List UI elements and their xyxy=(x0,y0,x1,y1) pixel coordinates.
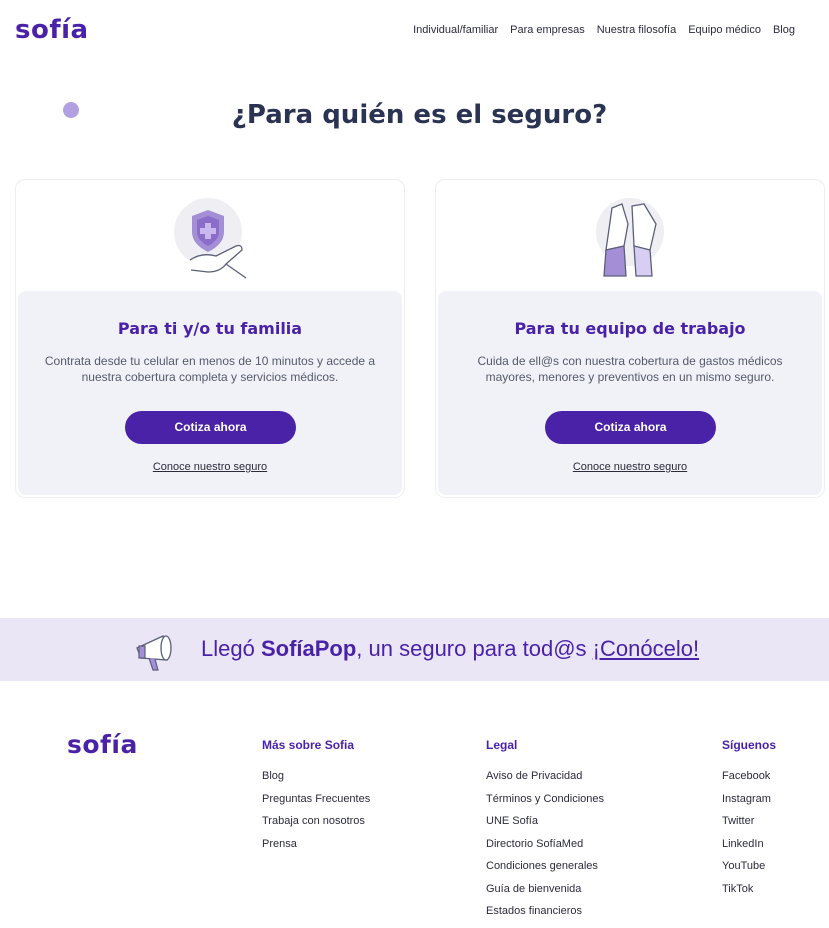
footer-link[interactable]: Directorio SofíaMed xyxy=(486,838,604,861)
footer-link[interactable]: Blog xyxy=(262,770,370,793)
card-illustration xyxy=(436,180,826,290)
footer-column-title: Síguenos xyxy=(722,738,777,752)
footer-link[interactable]: Preguntas Frecuentes xyxy=(262,793,370,816)
footer-column-mas-sobre-sofia: Más sobre Sofia Blog Preguntas Frecuente… xyxy=(262,738,370,860)
footer-link[interactable]: Términos y Condiciones xyxy=(486,793,604,816)
footer-link[interactable]: UNE Sofía xyxy=(486,815,604,838)
quote-button[interactable]: Cotiza ahora xyxy=(125,411,296,444)
learn-more-link[interactable]: Conoce nuestro seguro xyxy=(18,461,402,473)
footer-link[interactable]: Aviso de Privacidad xyxy=(486,770,604,793)
footer-link-tiktok[interactable]: TikTok xyxy=(722,883,776,906)
nav-equipo-medico[interactable]: Equipo médico xyxy=(688,24,761,36)
card-description: Cuida de ell@s con nuestra cobertura de … xyxy=(477,354,783,384)
banner-link[interactable]: ¡Conócelo! xyxy=(593,636,699,661)
card-body: Para ti y/o tu familia Contrata desde tu… xyxy=(18,291,402,495)
banner-text: Llegó SofíaPop, un seguro para tod@s ¡Co… xyxy=(201,636,699,662)
card-business: Para tu equipo de trabajo Cuida de ell@s… xyxy=(435,179,825,498)
nav-blog[interactable]: Blog xyxy=(773,24,795,36)
footer-link[interactable]: Guía de bienvenida xyxy=(486,883,604,906)
footer-link-facebook[interactable]: Facebook xyxy=(722,770,776,793)
footer-link-youtube[interactable]: YouTube xyxy=(722,860,776,883)
high-five-icon xyxy=(596,198,664,277)
footer-column-title: Más sobre Sofia xyxy=(262,738,355,752)
footer-link[interactable]: Condiciones generales xyxy=(486,860,604,883)
page-title: ¿Para quién es el seguro? xyxy=(231,100,608,130)
banner-prefix: Llegó xyxy=(201,636,261,661)
card-title: Para tu equipo de trabajo xyxy=(514,319,746,338)
card-title: Para ti y/o tu familia xyxy=(117,319,303,338)
card-illustration xyxy=(16,180,406,290)
footer-column-legal: Legal Aviso de Privacidad Términos y Con… xyxy=(486,738,604,928)
footer-link[interactable]: Trabaja con nosotros xyxy=(262,815,370,838)
footer-link[interactable]: Prensa xyxy=(262,838,370,861)
learn-more-link[interactable]: Conoce nuestro seguro xyxy=(438,461,822,473)
footer-logo[interactable]: sofía xyxy=(67,730,138,759)
main-nav: Individual/familiar Para empresas Nuestr… xyxy=(413,24,795,36)
banner-brand: SofíaPop xyxy=(260,636,357,661)
footer-column-title: Legal xyxy=(486,738,518,752)
sofia-logo[interactable]: sofía xyxy=(15,15,89,45)
footer-link-twitter[interactable]: Twitter xyxy=(722,815,776,838)
footer-link-linkedin[interactable]: LinkedIn xyxy=(722,838,776,861)
footer-link[interactable]: Estados financieros xyxy=(486,905,604,928)
banner-middle: , un seguro para tod@s xyxy=(356,636,593,661)
card-body: Para tu equipo de trabajo Cuida de ell@s… xyxy=(438,291,822,495)
quote-button[interactable]: Cotiza ahora xyxy=(545,411,716,444)
megaphone-icon xyxy=(136,635,172,671)
footer-column-siguenos: Síguenos Facebook Instagram Twitter Link… xyxy=(722,738,776,905)
site-header: sofía Individual/familiar Para empresas … xyxy=(0,0,829,64)
nav-para-empresas[interactable]: Para empresas xyxy=(510,24,585,36)
promo-banner: Llegó SofíaPop, un seguro para tod@s ¡Co… xyxy=(0,618,829,681)
footer-link-instagram[interactable]: Instagram xyxy=(722,793,776,816)
shield-hand-icon xyxy=(174,198,247,279)
card-description: Contrata desde tu celular en menos de 10… xyxy=(44,354,376,384)
card-individual: Para ti y/o tu familia Contrata desde tu… xyxy=(15,179,405,498)
nav-individual-familiar[interactable]: Individual/familiar xyxy=(413,24,498,36)
nav-nuestra-filosofia[interactable]: Nuestra filosofía xyxy=(597,24,676,36)
